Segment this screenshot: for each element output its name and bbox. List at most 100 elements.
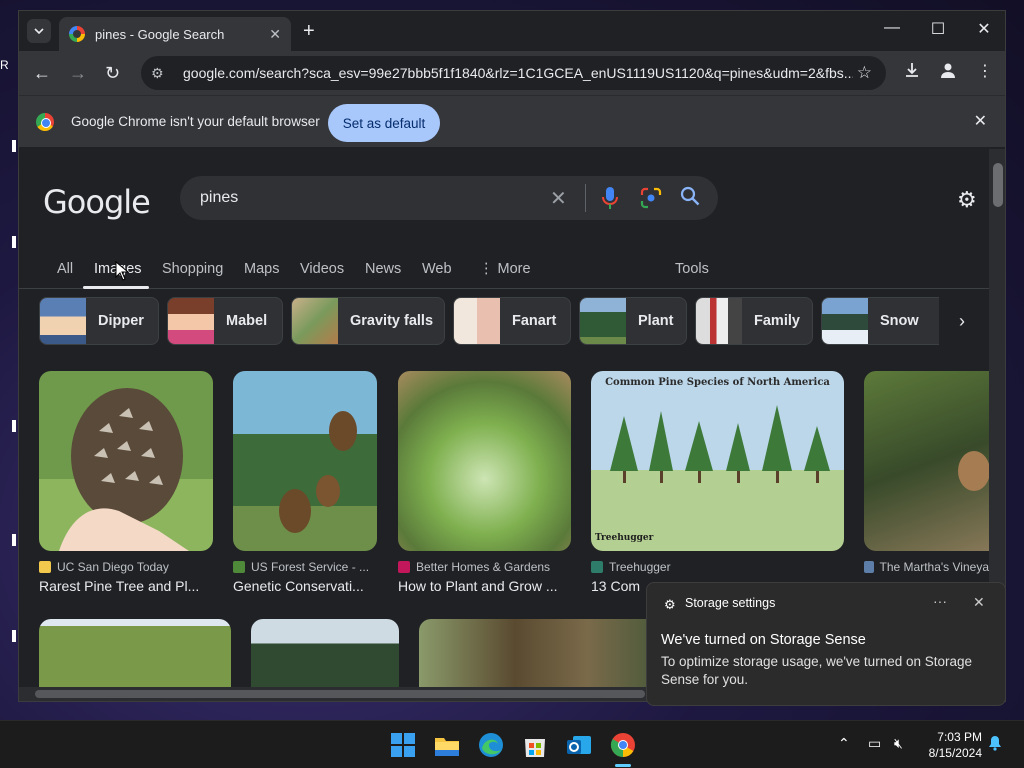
chip-label: Snow — [880, 313, 919, 329]
image-result[interactable]: UC San Diego Today Rarest Pine Tree and … — [39, 371, 213, 594]
source-name: UC San Diego Today — [57, 560, 169, 574]
chevron-right-icon[interactable]: › — [959, 311, 965, 332]
site-info-icon[interactable]: ⚙ — [151, 65, 173, 82]
close-tab-icon[interactable]: ✕ — [269, 26, 281, 43]
source-name: The Martha's Vineya — [879, 560, 989, 574]
chip-label: Gravity falls — [350, 313, 434, 329]
maximize-button[interactable]: ☐ — [915, 19, 961, 39]
tab-videos[interactable]: Videos — [300, 261, 344, 277]
notification-bell-icon[interactable] — [988, 735, 1002, 754]
volume-muted-icon[interactable]: 🔇︎ — [894, 735, 903, 752]
lens-search-icon[interactable] — [640, 187, 662, 209]
result-source: Better Homes & Gardens — [398, 560, 571, 574]
tab-web[interactable]: Web — [422, 261, 452, 277]
chip-family[interactable]: Family — [695, 297, 813, 345]
windows-start-icon[interactable] — [388, 730, 418, 760]
result-thumbnail[interactable] — [398, 371, 571, 551]
result-thumbnail[interactable] — [233, 371, 377, 551]
network-icon[interactable]: ▭ — [868, 735, 881, 752]
close-window-button[interactable]: ✕ — [961, 19, 1005, 39]
show-hidden-icons-icon[interactable]: ⌃ — [838, 735, 850, 752]
tab-search-button[interactable] — [27, 19, 51, 43]
scrollbar-thumb[interactable] — [35, 690, 645, 698]
forward-button[interactable]: → — [69, 63, 87, 84]
reload-button[interactable]: ↻ — [105, 63, 120, 84]
menu-kebab-icon[interactable]: ⋮ — [977, 61, 993, 81]
image-result[interactable]: Better Homes & Gardens How to Plant and … — [398, 371, 571, 594]
chip-dipper[interactable]: Dipper — [39, 297, 159, 345]
clock-time: 7:03 PM — [937, 730, 982, 744]
settings-gear-icon[interactable]: ⚙ — [957, 187, 977, 213]
chrome-taskbar-icon[interactable] — [608, 730, 638, 760]
tab-shopping[interactable]: Shopping — [162, 261, 223, 277]
notification-more-icon[interactable]: ··· — [933, 593, 947, 609]
search-query[interactable]: pines — [200, 189, 238, 207]
image-result-partial[interactable] — [39, 619, 231, 689]
infobar-message: Google Chrome isn't your default browser — [71, 114, 320, 129]
default-browser-infobar: Google Chrome isn't your default browser… — [19, 95, 1005, 147]
tab-tools[interactable]: Tools — [675, 261, 709, 277]
chip-gravity-falls[interactable]: Gravity falls — [291, 297, 445, 345]
settings-gear-icon: ⚙ — [664, 597, 676, 612]
desktop-fragment — [0, 420, 18, 432]
chip-thumbnail — [454, 298, 500, 344]
chip-mabel[interactable]: Mabel — [167, 297, 283, 345]
downloads-icon[interactable] — [903, 61, 921, 84]
image-result[interactable]: Common Pine Species of North America Tre… — [591, 371, 844, 594]
new-tab-button[interactable]: + — [303, 20, 315, 43]
source-name: US Forest Service - ... — [251, 560, 370, 574]
microsoft-store-icon[interactable] — [520, 730, 550, 760]
back-button[interactable]: ← — [33, 63, 51, 84]
edge-browser-icon[interactable] — [476, 730, 506, 760]
result-title[interactable]: How to Plant and Grow ... — [398, 578, 571, 594]
desktop-fragment — [0, 140, 18, 152]
tab-all[interactable]: All — [57, 261, 73, 277]
result-thumbnail[interactable] — [39, 371, 213, 551]
scrollbar-thumb[interactable] — [993, 163, 1003, 207]
clear-search-icon[interactable]: ✕ — [550, 186, 567, 211]
windows-taskbar: ⌃ ▭ 🔇︎ 7:03 PM 8/15/2024 — [0, 720, 1024, 768]
bookmark-star-icon[interactable]: ☆ — [857, 63, 872, 83]
outlook-icon[interactable] — [564, 730, 594, 760]
voice-search-icon[interactable] — [600, 185, 620, 211]
chip-thumbnail — [292, 298, 338, 344]
file-explorer-icon[interactable] — [432, 730, 462, 760]
tab-more[interactable]: ⋮ More — [479, 261, 531, 277]
notification-close-icon[interactable]: ✕ — [973, 594, 985, 611]
tab-maps[interactable]: Maps — [244, 261, 279, 277]
image-result-partial[interactable] — [251, 619, 399, 689]
result-title[interactable]: Genetic Conservati... — [233, 578, 377, 594]
source-favicon-icon — [591, 561, 603, 573]
chip-thumbnail — [580, 298, 626, 344]
tab-news[interactable]: News — [365, 261, 401, 277]
tab-active[interactable]: pines - Google Search ✕ — [59, 17, 291, 51]
chip-plant[interactable]: Plant — [579, 297, 687, 345]
google-logo[interactable]: Google — [43, 183, 151, 221]
image-result[interactable]: US Forest Service - ... Genetic Conserva… — [233, 371, 377, 594]
source-favicon-icon — [398, 561, 410, 573]
search-submit-icon[interactable] — [680, 186, 700, 212]
result-thumbnail[interactable] — [864, 371, 989, 551]
pine-branch-image — [279, 411, 357, 533]
minimize-button[interactable]: — — [869, 19, 915, 37]
result-title[interactable]: Rarest Pine Tree and Pl... — [39, 578, 213, 594]
chip-fanart[interactable]: Fanart — [453, 297, 571, 345]
search-divider — [585, 184, 586, 212]
profile-icon[interactable] — [939, 61, 957, 84]
set-as-default-button[interactable]: Set as default — [328, 104, 440, 142]
url-text[interactable]: google.com/search?sca_esv=99e27bbb5f1f18… — [183, 65, 853, 81]
address-bar[interactable]: ⚙ google.com/search?sca_esv=99e27bbb5f1f… — [141, 56, 886, 90]
result-thumbnail[interactable]: Common Pine Species of North America Tre… — [591, 371, 844, 551]
active-tab-indicator — [83, 286, 149, 289]
pine-cone-branch-image — [958, 451, 989, 491]
image-result-partial[interactable] — [419, 619, 659, 689]
system-clock[interactable]: 7:03 PM 8/15/2024 — [918, 729, 982, 761]
image-result[interactable]: The Martha's Vineya — [864, 371, 989, 574]
result-source: Treehugger — [591, 560, 844, 574]
infobar-close-icon[interactable]: ✕ — [974, 111, 987, 131]
storage-sense-notification[interactable]: ⚙ Storage settings ··· ✕ We've turned on… — [646, 582, 1006, 706]
search-input[interactable]: pines ✕ — [180, 176, 718, 220]
chrome-logo-icon — [36, 113, 54, 131]
search-tabs: All Images Shopping Maps Videos News Web… — [19, 249, 989, 289]
chip-snow[interactable]: Snow — [821, 297, 939, 345]
